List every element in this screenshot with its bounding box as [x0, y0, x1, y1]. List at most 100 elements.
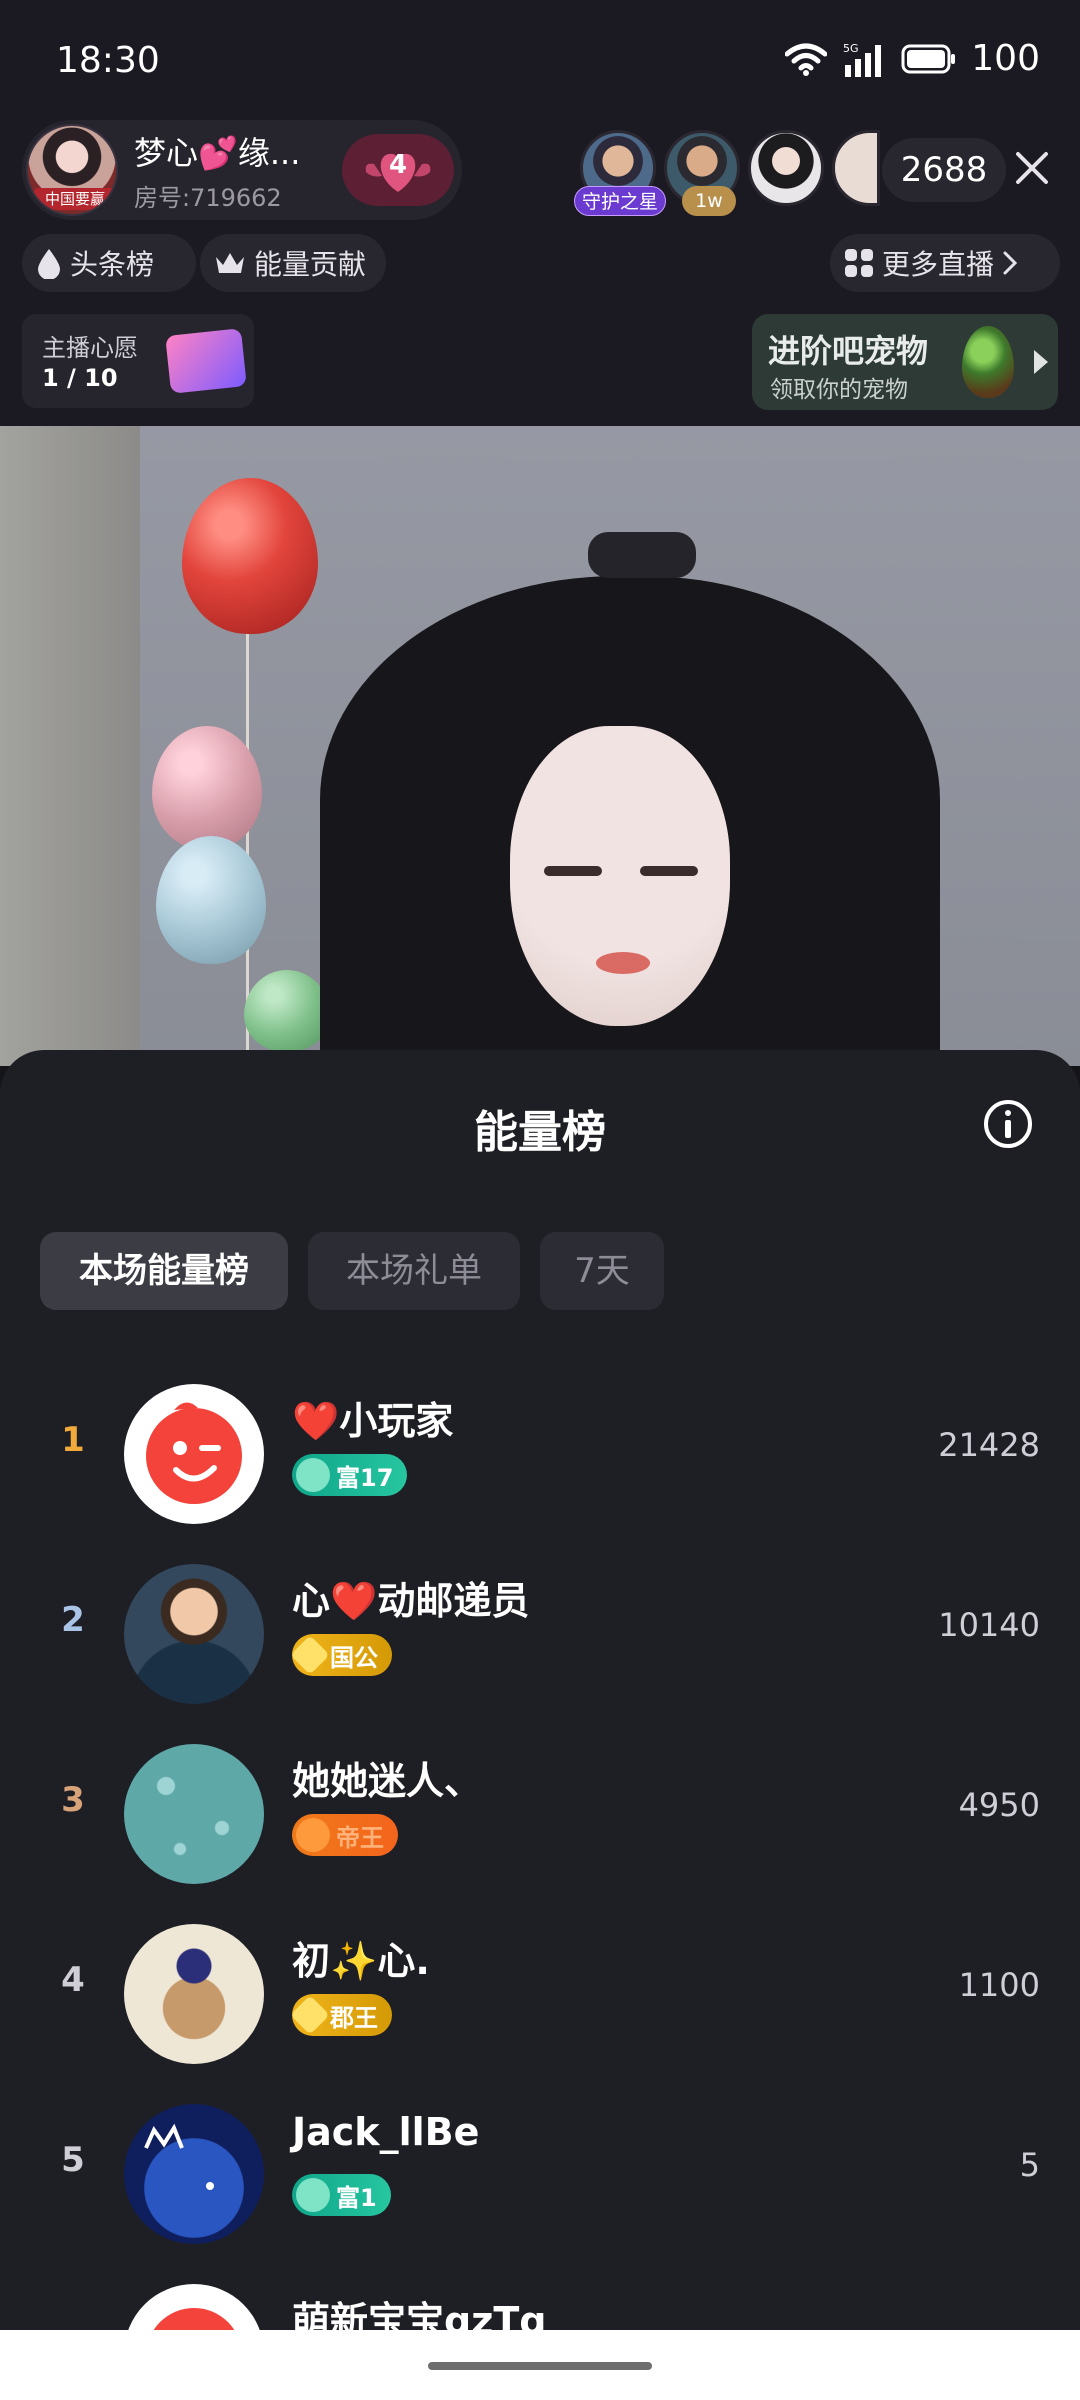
ranking-row[interactable]: 4 初✨心. 郡王 1100: [0, 1910, 1080, 2080]
wish-title: 主播心愿: [42, 334, 138, 362]
follow-count: 4: [388, 150, 408, 180]
panel-title: 能量榜: [474, 1107, 606, 1158]
chevron-rank-icon: [296, 1818, 330, 1852]
video-wall-left: [0, 426, 140, 1066]
drop-icon: [38, 249, 60, 279]
user-avatar[interactable]: [124, 1924, 264, 2064]
crown-icon: [216, 253, 244, 273]
user-avatar[interactable]: [124, 2104, 264, 2244]
anchor-room-number: 房号:719662: [134, 184, 282, 212]
status-icons: 5G 100: [785, 38, 1040, 79]
chevron-right-icon: [1003, 251, 1018, 275]
status-bar: 18:30 5G 100: [0, 0, 1080, 120]
diamond-icon: [290, 1995, 330, 2035]
ranking-row[interactable]: 5 Jack_llBe 富1 5: [0, 2090, 1080, 2260]
streamer-eye: [544, 866, 602, 876]
balloon-green: [244, 970, 330, 1052]
more-live-chip[interactable]: 更多直播: [830, 234, 1060, 292]
energy-contribution-chip[interactable]: 能量贡献: [200, 234, 386, 292]
battery-icon: [901, 44, 956, 73]
anchor-name: 梦心💕缘...: [134, 134, 301, 172]
pet-promo-title: 进阶吧宠物: [768, 332, 929, 370]
balloon-blue: [156, 836, 266, 964]
pet-promo-card[interactable]: 进阶吧宠物 领取你的宠物: [752, 314, 1058, 410]
live-video-stream[interactable]: [0, 426, 1080, 1066]
rank-number: 3: [61, 1780, 85, 1820]
follow-button[interactable]: 4: [342, 134, 454, 206]
close-icon[interactable]: [1010, 146, 1054, 190]
streamer-hair-clip: [588, 532, 696, 578]
anchor-avatar-tag: 中国要赢: [34, 188, 116, 210]
wealth-level-badge: 富17: [292, 1454, 408, 1496]
user-avatar[interactable]: [124, 1744, 264, 1884]
streamer-face: [510, 726, 730, 1026]
user-name: ❤️小玩家: [292, 1399, 454, 1443]
tab-session-energy-rank[interactable]: 本场能量榜: [40, 1232, 288, 1310]
crown-avatar-icon: [144, 2123, 214, 2190]
wealth-level-label: 富1: [336, 2183, 377, 2212]
info-icon[interactable]: [982, 1098, 1034, 1150]
energy-score: 4950: [958, 1786, 1040, 1824]
diamond-icon: [290, 1635, 330, 1675]
rank-number: 2: [61, 1600, 85, 1640]
noble-badge-label: 郡王: [330, 2003, 378, 2032]
gem-icon: [296, 1458, 330, 1492]
noble-badge-label: 帝王: [336, 1823, 384, 1852]
energy-score: 5: [1019, 2146, 1040, 2184]
headline-rank-label: 头条榜: [70, 248, 155, 281]
balloon-pink: [152, 726, 262, 850]
rank-number: 5: [61, 2140, 85, 2180]
audience-avatar[interactable]: [832, 130, 880, 206]
anchor-avatar[interactable]: 中国要赢: [26, 124, 118, 216]
status-time: 18:30: [56, 40, 160, 81]
pet-egg-icon: [962, 326, 1014, 398]
wish-progress: 1 / 10: [42, 364, 118, 392]
noble-badge: 国公: [290, 1634, 392, 1676]
contribution-badge: 1w: [682, 186, 736, 216]
user-name: 初✨心.: [292, 1939, 430, 1983]
user-name: 心❤️动邮递员: [292, 1579, 530, 1623]
energy-score: 21428: [938, 1426, 1040, 1464]
grid-icon: [845, 249, 873, 277]
viewer-count[interactable]: 2688: [882, 138, 1006, 202]
energy-score: 10140: [938, 1606, 1040, 1644]
wealth-level-badge: 富1: [292, 2174, 391, 2216]
more-live-label: 更多直播: [882, 248, 995, 281]
gem-icon: [296, 2178, 330, 2212]
tab-7-days[interactable]: 7天: [540, 1232, 664, 1310]
noble-badge: 帝王: [292, 1814, 398, 1856]
streamer-mouth: [596, 952, 650, 974]
wealth-level-label: 富17: [336, 1463, 394, 1492]
ranking-row[interactable]: 1 ❤️小玩家 富17 21428: [0, 1370, 1080, 1540]
cellular-signal-icon: 5G: [843, 42, 882, 77]
user-avatar[interactable]: [124, 1384, 264, 1524]
home-indicator[interactable]: [428, 2362, 652, 2370]
user-name: 她她迷人、: [292, 1759, 483, 1803]
top-audience-list[interactable]: 守护之星 1w: [574, 130, 880, 216]
headline-rank-chip[interactable]: 头条榜: [22, 234, 196, 292]
wink-face-icon: [146, 1402, 242, 1504]
anchor-info[interactable]: 中国要赢 梦心💕缘... 房号:719662 4: [22, 120, 462, 220]
noble-badge: 郡王: [290, 1994, 392, 2036]
user-name: Jack_llBe: [292, 2110, 480, 2154]
fan-badge-gift-image: [165, 328, 247, 394]
play-arrow-icon: [1034, 350, 1048, 374]
ranking-row[interactable]: 2 心❤️动邮递员 国公 10140: [0, 1550, 1080, 1720]
pet-promo-subtitle: 领取你的宠物: [770, 377, 908, 403]
battery-level: 100: [971, 38, 1040, 79]
tab-session-gift-list[interactable]: 本场礼单: [308, 1232, 520, 1310]
network-type-label: 5G: [843, 42, 859, 55]
audience-avatar[interactable]: [748, 130, 824, 206]
rank-number: 1: [61, 1420, 85, 1460]
ranking-row[interactable]: 3 她她迷人、 帝王 4950: [0, 1730, 1080, 1900]
wifi-icon: [785, 43, 828, 76]
user-avatar[interactable]: [124, 1564, 264, 1704]
live-header: 中国要赢 梦心💕缘... 房号:719662 4 守护之星 1w 2688 头条…: [0, 120, 1080, 426]
streamer-eye: [640, 866, 698, 876]
rank-number: 4: [61, 1960, 85, 2000]
noble-badge-label: 国公: [330, 1643, 378, 1672]
energy-score: 1100: [958, 1966, 1040, 2004]
anchor-wish-card[interactable]: 主播心愿 1 / 10: [22, 314, 254, 408]
energy-contribution-label: 能量贡献: [254, 248, 367, 281]
energy-ranking-panel: 能量榜 本场能量榜 本场礼单 7天 1 ❤️小玩家 富17 21428 2 心❤…: [0, 1050, 1080, 2400]
